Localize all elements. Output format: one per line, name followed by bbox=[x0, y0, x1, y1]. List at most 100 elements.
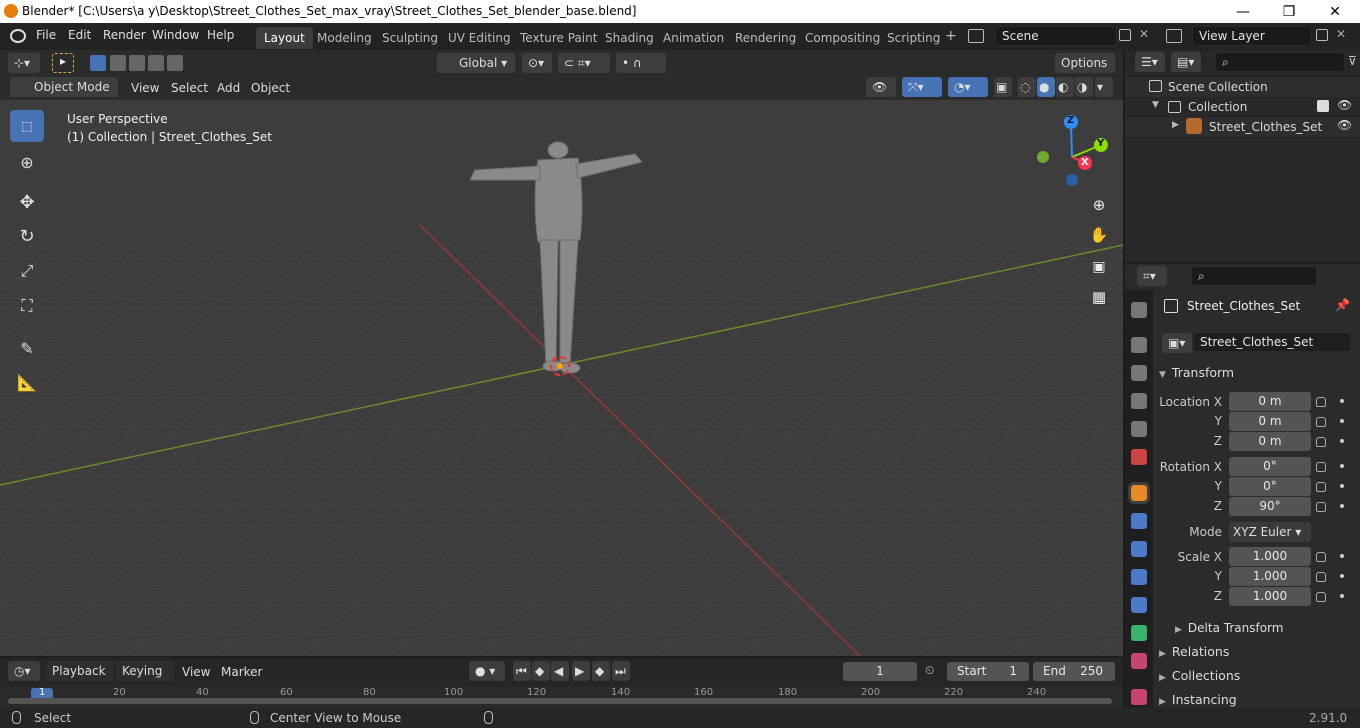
annotate-tool-icon[interactable]: ✎ bbox=[10, 332, 44, 364]
outliner-editor-type-icon[interactable]: ☰▾ bbox=[1135, 52, 1165, 72]
xray-toggle-icon[interactable]: ▣ bbox=[994, 77, 1012, 97]
texture-tab-icon[interactable] bbox=[1131, 689, 1147, 705]
add-workspace-icon[interactable]: + bbox=[945, 28, 957, 44]
physics-tab-icon[interactable] bbox=[1131, 569, 1147, 585]
material-tab-icon[interactable] bbox=[1131, 653, 1147, 669]
tab-layout[interactable]: Layout bbox=[256, 27, 313, 49]
tool-tab-icon[interactable] bbox=[1131, 302, 1147, 318]
preview-range-icon[interactable]: ⏲ bbox=[925, 663, 934, 678]
camera-view-icon[interactable]: ▣ bbox=[1087, 255, 1111, 279]
pivot-point-icon[interactable]: ⊙▾ bbox=[522, 53, 552, 73]
rotation-y-lock-icon[interactable] bbox=[1316, 482, 1326, 492]
select-mode-intersect-icon[interactable] bbox=[167, 55, 183, 71]
scale-x-field[interactable]: 1.000 bbox=[1229, 547, 1311, 566]
rotation-mode-dropdown[interactable]: XYZ Euler ▾ bbox=[1229, 522, 1311, 542]
tab-modeling[interactable]: Modeling bbox=[309, 27, 380, 49]
scale-z-lock-icon[interactable] bbox=[1316, 592, 1326, 602]
collections-panel[interactable]: ▶ Collections bbox=[1159, 668, 1240, 683]
overlay-toggle-icon[interactable]: ◔▾ bbox=[948, 77, 988, 97]
blender-menu-icon[interactable] bbox=[10, 29, 26, 43]
relations-panel[interactable]: ▶ Relations bbox=[1159, 644, 1229, 659]
tab-scripting[interactable]: Scripting bbox=[879, 27, 948, 49]
auto-keying-icon[interactable]: ● ▾ bbox=[469, 661, 505, 681]
select-mode-subtract-icon[interactable] bbox=[129, 55, 145, 71]
instancing-panel[interactable]: ▶ Instancing bbox=[1159, 692, 1237, 707]
measure-tool-icon[interactable]: 📐 bbox=[10, 366, 44, 398]
play-reverse-icon[interactable]: ◀ bbox=[551, 661, 569, 681]
navigation-gizmo[interactable] bbox=[1032, 115, 1112, 195]
add-menu[interactable]: Add bbox=[217, 81, 240, 95]
rotation-y-keyframe-icon[interactable] bbox=[1340, 484, 1344, 488]
timeline-scrollbar[interactable] bbox=[8, 698, 1112, 704]
snap-icon[interactable]: ⊂ ⌗▾ bbox=[558, 53, 610, 73]
shading-material-icon[interactable]: ◐ bbox=[1056, 77, 1074, 97]
outliner-display-mode-icon[interactable]: ▤▾ bbox=[1171, 52, 1201, 72]
select-mode-new-icon[interactable] bbox=[90, 55, 106, 71]
zoom-icon[interactable]: ⊕ bbox=[1087, 193, 1111, 217]
scene-tab-icon[interactable] bbox=[1131, 421, 1147, 437]
object-name-field[interactable]: Street_Clothes_Set bbox=[1193, 332, 1351, 352]
end-frame-field[interactable]: End 250 bbox=[1033, 662, 1115, 681]
location-z-field[interactable]: 0 m bbox=[1229, 432, 1311, 451]
transform-tool-icon[interactable]: ⛶ bbox=[10, 290, 44, 322]
tab-rendering[interactable]: Rendering bbox=[727, 27, 804, 49]
menu-edit[interactable]: Edit bbox=[68, 28, 91, 42]
scale-y-field[interactable]: 1.000 bbox=[1229, 567, 1311, 586]
rotation-z-field[interactable]: 90° bbox=[1229, 497, 1311, 516]
next-keyframe-icon[interactable]: ◆ bbox=[592, 661, 610, 681]
timeline-editor-type-icon[interactable]: ◷▾ bbox=[8, 661, 40, 681]
character-mesh[interactable] bbox=[460, 140, 680, 380]
active-tool-icon[interactable]: ▸ bbox=[52, 53, 74, 73]
datablock-type-icon[interactable]: ▣▾ bbox=[1162, 333, 1192, 353]
modifier-tab-icon[interactable] bbox=[1131, 513, 1147, 529]
transform-orientation-dropdown[interactable]: Global ▾ bbox=[437, 53, 515, 73]
tool-settings-icon[interactable]: ⊹▾ bbox=[8, 53, 40, 73]
location-y-lock-icon[interactable] bbox=[1316, 417, 1326, 427]
play-icon[interactable]: ▶ bbox=[572, 661, 590, 681]
view-layer-tab-icon[interactable] bbox=[1131, 393, 1147, 409]
menu-help[interactable]: Help bbox=[207, 28, 234, 42]
world-tab-icon[interactable] bbox=[1131, 449, 1147, 465]
pan-hand-icon[interactable]: ✋ bbox=[1087, 223, 1111, 247]
scale-z-keyframe-icon[interactable] bbox=[1340, 594, 1344, 598]
scale-tool-icon[interactable]: ⤢ bbox=[10, 255, 44, 287]
move-tool-icon[interactable]: ✥ bbox=[10, 186, 44, 218]
menu-render[interactable]: Render bbox=[103, 28, 146, 42]
maximize-button[interactable]: ❐ bbox=[1266, 0, 1312, 23]
scale-z-field[interactable]: 1.000 bbox=[1229, 587, 1311, 606]
location-x-field[interactable]: 0 m bbox=[1229, 392, 1311, 411]
visibility-icon[interactable]: 👁▾ bbox=[866, 77, 896, 114]
tab-shading[interactable]: Shading bbox=[597, 27, 662, 49]
tab-sculpting[interactable]: Sculpting bbox=[374, 27, 446, 49]
location-z-keyframe-icon[interactable] bbox=[1340, 439, 1344, 443]
mode-dropdown[interactable]: Object Mode ▾ bbox=[10, 77, 118, 114]
rotate-tool-icon[interactable]: ↻ bbox=[10, 220, 44, 252]
prev-keyframe-icon[interactable]: ◆ bbox=[532, 661, 550, 681]
collection-eye-icon[interactable]: 👁 bbox=[1337, 98, 1352, 112]
filter-icon[interactable]: ⊽ bbox=[1348, 54, 1357, 68]
properties-editor-type-icon[interactable]: ⌗▾ bbox=[1137, 266, 1167, 286]
proportional-edit-icon[interactable]: • ∩ bbox=[616, 53, 666, 73]
scale-x-lock-icon[interactable] bbox=[1316, 552, 1326, 562]
location-z-lock-icon[interactable] bbox=[1316, 437, 1326, 447]
menu-window[interactable]: Window bbox=[152, 28, 199, 42]
scale-x-keyframe-icon[interactable] bbox=[1340, 554, 1344, 558]
menu-file[interactable]: File bbox=[36, 28, 56, 42]
view-layer-icon[interactable] bbox=[1166, 29, 1182, 43]
shading-options-icon[interactable]: ▾ bbox=[1095, 77, 1113, 97]
rotation-x-field[interactable]: 0° bbox=[1229, 457, 1311, 476]
start-frame-field[interactable]: Start 1 bbox=[947, 662, 1029, 681]
scene-icon[interactable] bbox=[968, 29, 984, 43]
constraints-tab-icon[interactable] bbox=[1131, 597, 1147, 613]
pin-icon[interactable]: 📌 bbox=[1335, 298, 1350, 312]
render-tab-icon[interactable] bbox=[1131, 337, 1147, 353]
timeline-view-menu[interactable]: View bbox=[182, 665, 210, 679]
select-mode-extend-icon[interactable] bbox=[110, 55, 126, 71]
outliner-search-input[interactable]: ⌕ bbox=[1215, 52, 1345, 72]
select-box-icon[interactable]: ⬚ bbox=[10, 110, 44, 142]
timeline-marker-menu[interactable]: Marker bbox=[221, 665, 262, 679]
cursor-tool-icon[interactable]: ⊕ bbox=[10, 146, 44, 178]
location-x-lock-icon[interactable] bbox=[1316, 397, 1326, 407]
options-dropdown[interactable]: Options ▾ bbox=[1055, 53, 1115, 90]
select-menu[interactable]: Select bbox=[171, 81, 208, 95]
